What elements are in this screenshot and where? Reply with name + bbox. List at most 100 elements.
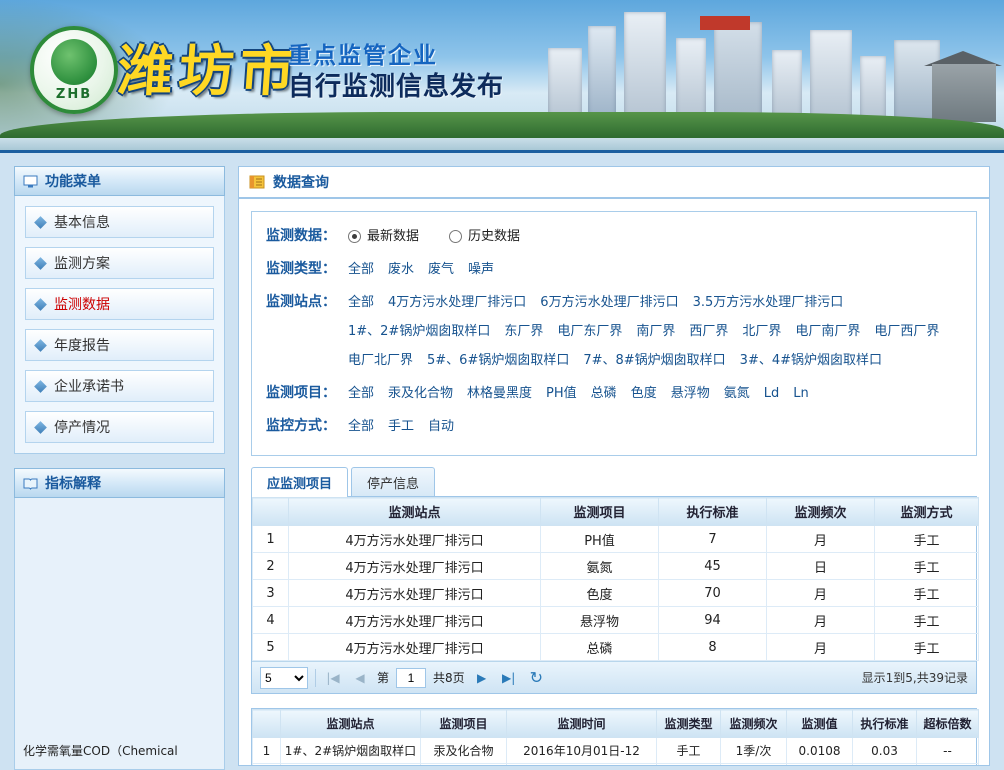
cell-type: 手工 xyxy=(657,738,721,764)
page-size-select[interactable]: 5 xyxy=(260,667,308,689)
filter-option-link[interactable]: 1#、2#锅炉烟囱取样口 xyxy=(348,319,490,344)
tab[interactable]: 停产信息 xyxy=(351,467,435,497)
cell-station: 4万方污水处理厂排污口 xyxy=(289,553,541,580)
column-header: 执行标准 xyxy=(853,710,917,738)
tab[interactable]: 应监测项目 xyxy=(251,467,348,497)
column-header: 监测站点 xyxy=(281,710,421,738)
table-row[interactable]: 5 4万方污水处理厂排污口 总磷 8 月 手工 xyxy=(253,634,979,661)
table-row[interactable]: 1 4万方污水处理厂排污口 PH值 7 月 手工 xyxy=(253,526,979,553)
filter-option-link[interactable]: 全部 xyxy=(348,290,374,315)
indicator-title: 指标解释 xyxy=(45,473,101,493)
menu-item-label: 基本信息 xyxy=(54,212,110,232)
filter-option-link[interactable]: 电厂北厂界 xyxy=(348,348,413,373)
first-page-button[interactable]: |◀ xyxy=(323,667,343,689)
page-number-input[interactable] xyxy=(396,668,426,688)
filter-row-method: 监控方式： 全部手工自动 xyxy=(266,414,962,439)
filter-option-link[interactable]: 西厂界 xyxy=(689,319,728,344)
cell-standard: 0.03 xyxy=(853,738,917,764)
filter-option-link[interactable]: 废水 xyxy=(388,257,414,282)
refresh-icon[interactable]: ↻ xyxy=(530,668,543,687)
radio-label: 最新数据 xyxy=(367,224,419,249)
cell-method: 手工 xyxy=(875,553,979,580)
trees-graphic xyxy=(0,112,1004,138)
cell-item: 总磷 xyxy=(541,634,659,661)
cell-station: 4万方污水处理厂排污口 xyxy=(289,607,541,634)
filter-option-link[interactable]: 汞及化合物 xyxy=(388,381,453,406)
cell-item: 色度 xyxy=(541,580,659,607)
filter-option-link[interactable]: 全部 xyxy=(348,257,374,282)
sidebar-menu-item[interactable]: 年度报告 xyxy=(25,329,214,361)
filter-label: 监控方式： xyxy=(266,414,348,439)
sidebar-menu-item[interactable]: 基本信息 xyxy=(25,206,214,238)
filter-option-link[interactable]: 自动 xyxy=(428,414,454,439)
building-shape xyxy=(588,26,616,120)
filter-option-link[interactable]: 北厂界 xyxy=(742,319,781,344)
last-page-button[interactable]: ▶| xyxy=(499,667,519,689)
filter-option-link[interactable]: 3#、4#锅炉烟囱取样口 xyxy=(740,348,882,373)
filter-option-link[interactable]: 氨氮 xyxy=(724,381,750,406)
column-header: 监测类型 xyxy=(657,710,721,738)
sidebar-menu-item[interactable]: 监测数据 xyxy=(25,288,214,320)
filter-option-link[interactable]: 手工 xyxy=(388,414,414,439)
building-shape xyxy=(860,56,886,120)
filter-option-link[interactable]: 7#、8#锅炉烟囱取样口 xyxy=(583,348,725,373)
cell-method: 手工 xyxy=(875,634,979,661)
cell-method: 手工 xyxy=(875,526,979,553)
filter-option-link[interactable]: 总磷 xyxy=(591,381,617,406)
cell-station: 1#、2#锅炉烟囱取样口 xyxy=(281,738,421,764)
filter-option-link[interactable]: PH值 xyxy=(546,381,577,406)
filter-option-link[interactable]: 林格曼黑度 xyxy=(467,381,532,406)
column-header: 监测项目 xyxy=(541,498,659,526)
table-row[interactable]: 3 4万方污水处理厂排污口 色度 70 月 手工 xyxy=(253,580,979,607)
filter-option-link[interactable]: 电厂东厂界 xyxy=(557,319,622,344)
filter-option-link[interactable]: 全部 xyxy=(348,414,374,439)
table1-body: 1 4万方污水处理厂排污口 PH值 7 月 手工 2 4万方污水处理厂排污口 氨… xyxy=(253,526,979,661)
filter-option-link[interactable]: 东厂界 xyxy=(504,319,543,344)
filter-option-link[interactable]: 废气 xyxy=(428,257,454,282)
filter-row-station: 监测站点： 全部4万方污水处理厂排污口6万方污水处理厂排污口3.5万方污水处理厂… xyxy=(266,290,962,373)
sidebar-menu-item[interactable]: 监测方案 xyxy=(25,247,214,279)
column-header: 监测站点 xyxy=(289,498,541,526)
next-page-button[interactable]: ▶ xyxy=(472,667,492,689)
sidebar-menu-item[interactable]: 企业承诺书 xyxy=(25,370,214,402)
diamond-icon xyxy=(34,298,47,311)
records-summary: 显示1到5,共39记录 xyxy=(862,669,968,686)
building-shape xyxy=(548,48,582,120)
filter-option-link[interactable]: 5#、6#锅炉烟囱取样口 xyxy=(427,348,569,373)
column-header: 监测方式 xyxy=(875,498,979,526)
filter-option-link[interactable]: 噪声 xyxy=(468,257,494,282)
filter-option-link[interactable]: 6万方污水处理厂排污口 xyxy=(540,290,678,315)
radio-option[interactable]: 最新数据 xyxy=(348,224,419,249)
indicator-panel: 化学需氧量COD（Chemical xyxy=(14,498,225,770)
filter-options: 全部手工自动 xyxy=(348,414,454,439)
filter-option-link[interactable]: 悬浮物 xyxy=(671,381,710,406)
radio-icon[interactable] xyxy=(348,230,361,243)
row-index: 5 xyxy=(253,634,289,661)
radio-icon[interactable] xyxy=(449,230,462,243)
table-row[interactable]: 4 4万方污水处理厂排污口 悬浮物 94 月 手工 xyxy=(253,607,979,634)
globe-icon xyxy=(51,39,97,85)
filter-option-link[interactable]: 4万方污水处理厂排污口 xyxy=(388,290,526,315)
prev-page-button[interactable]: ◀ xyxy=(350,667,370,689)
table-row[interactable]: 1 1#、2#锅炉烟囱取样口 汞及化合物 2016年10月01日-12 手工 1… xyxy=(253,738,979,764)
filter-option-link[interactable]: 色度 xyxy=(631,381,657,406)
radio-option[interactable]: 历史数据 xyxy=(449,224,520,249)
filter-option-link[interactable]: 全部 xyxy=(348,381,374,406)
filter-option-link[interactable]: Ln xyxy=(793,381,808,406)
filter-option-link[interactable]: Ld xyxy=(764,381,780,406)
sidebar-menu-item[interactable]: 停产情况 xyxy=(25,411,214,443)
menu-item-label: 停产情况 xyxy=(54,417,110,437)
filter-option-link[interactable]: 3.5万方污水处理厂排污口 xyxy=(693,290,844,315)
building-shape xyxy=(772,50,802,120)
filter-option-link[interactable]: 电厂西厂界 xyxy=(874,319,939,344)
diamond-icon xyxy=(34,216,47,229)
divider xyxy=(315,669,316,687)
cell-standard: 70 xyxy=(659,580,767,607)
filter-option-link[interactable]: 电厂南厂界 xyxy=(795,319,860,344)
filter-option-link[interactable]: 南厂界 xyxy=(636,319,675,344)
column-header: 监测频次 xyxy=(721,710,787,738)
filter-label: 监测数据： xyxy=(266,224,348,249)
indicator-marquee-text: 化学需氧量COD（Chemical xyxy=(23,742,178,759)
table-row[interactable]: 2 4万方污水处理厂排污口 氨氮 45 日 手工 xyxy=(253,553,979,580)
indicator-block: 指标解释 化学需氧量COD（Chemical xyxy=(14,468,225,770)
